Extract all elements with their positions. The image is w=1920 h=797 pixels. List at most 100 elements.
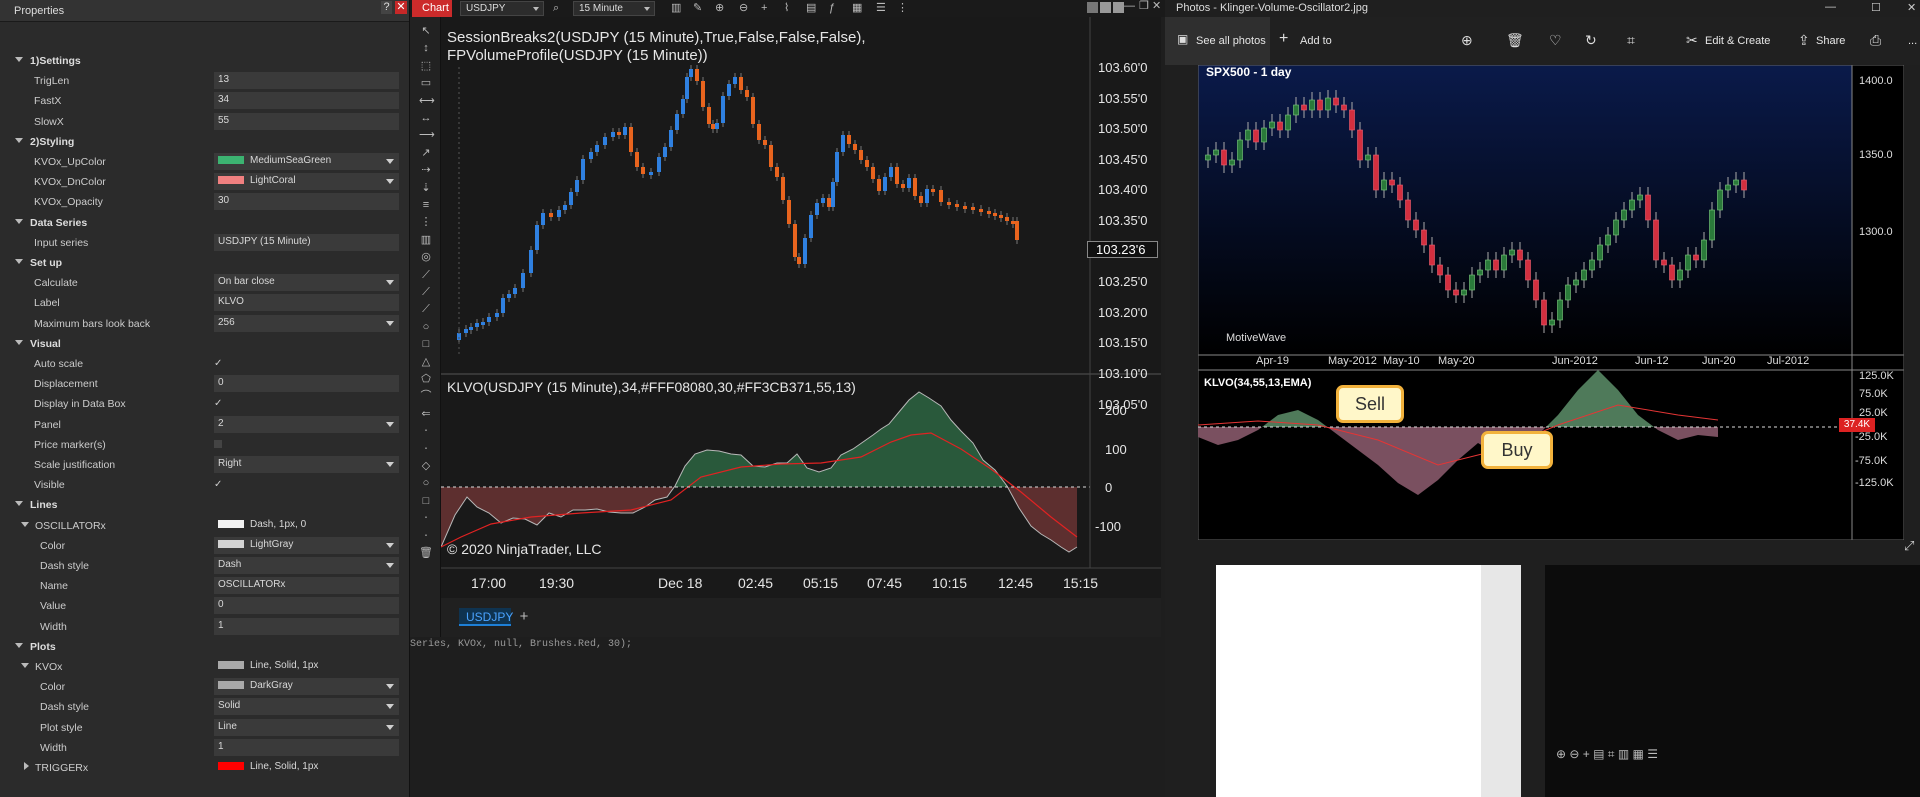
expand-caret-icon[interactable] xyxy=(15,218,23,228)
property-row[interactable]: KVOx_Opacity 30 xyxy=(0,192,409,212)
property-row[interactable]: Label KLVO xyxy=(0,293,409,313)
property-value[interactable]: 13 xyxy=(214,72,399,90)
delete-icon[interactable]: 🗑 xyxy=(1506,32,1524,49)
print-icon[interactable]: ⎙ xyxy=(1870,32,1881,49)
drawing-tool-icon[interactable]: ≡ xyxy=(419,198,433,212)
zoom-out-icon[interactable]: ⊖ xyxy=(739,3,748,14)
property-row[interactable]: Plots xyxy=(0,637,409,657)
property-row[interactable]: Displacement 0 xyxy=(0,374,409,394)
property-checkbox[interactable]: ✓ xyxy=(214,358,222,369)
maximize-icon[interactable]: ❐ xyxy=(1139,1,1149,12)
drawing-tool-icon[interactable]: ⇐ xyxy=(419,407,433,421)
property-row[interactable]: KVOx_UpColor MediumSeaGreen xyxy=(0,152,409,172)
drawing-tool-icon[interactable]: ↔ xyxy=(419,111,433,125)
property-row[interactable]: Panel 2 xyxy=(0,415,409,435)
property-value[interactable]: MediumSeaGreen xyxy=(214,153,399,170)
property-row[interactable]: FastX 34 xyxy=(0,91,409,111)
property-value[interactable]: USDJPY (15 Minute) xyxy=(214,233,399,251)
zoom-in-icon[interactable]: ⊕ xyxy=(715,3,724,14)
property-row[interactable]: 1)Settings xyxy=(0,51,409,71)
property-value[interactable]: LightCoral xyxy=(214,173,399,191)
drawing-tool-icon[interactable]: ⋅ xyxy=(419,529,433,543)
property-checkbox[interactable]: ✓ xyxy=(214,479,222,490)
zoom-icon[interactable]: ⊕ xyxy=(1461,32,1473,49)
drawing-tool-icon[interactable]: ⟋ xyxy=(419,302,433,316)
property-checkbox[interactable] xyxy=(214,439,222,448)
photos-maximize-icon[interactable]: ☐ xyxy=(1871,1,1881,14)
strategies-icon[interactable]: ▦ xyxy=(852,3,862,14)
see-all-photos-button[interactable]: ▣ See all photos xyxy=(1165,17,1270,65)
property-row[interactable]: TrigLen 13 xyxy=(0,71,409,91)
drawing-tool-icon[interactable]: 🗑 xyxy=(419,546,433,560)
property-value[interactable]: OSCILLATORx xyxy=(214,577,399,595)
crosshair-icon[interactable]: + xyxy=(761,3,767,14)
tile-2-icon[interactable] xyxy=(1100,2,1111,13)
property-row[interactable]: Width 1 xyxy=(0,617,409,637)
property-row[interactable]: KVOx_DnColor LightCoral xyxy=(0,172,409,192)
property-value[interactable]: LightGray xyxy=(214,536,399,554)
expand-caret-icon[interactable] xyxy=(15,642,23,652)
add-to-label[interactable]: Add to xyxy=(1300,35,1332,47)
drawing-tool-icon[interactable]: ⇣ xyxy=(419,181,433,195)
property-row[interactable]: Dash style Dash xyxy=(0,556,409,576)
indicators-icon[interactable]: ƒ xyxy=(829,3,835,14)
chart-area[interactable]: SessionBreaks2(USDJPY (15 Minute),True,F… xyxy=(441,17,1161,637)
expand-caret-icon[interactable] xyxy=(21,663,29,672)
property-row[interactable]: Width 1 xyxy=(0,738,409,758)
property-value[interactable]: 34 xyxy=(214,92,399,110)
expand-caret-icon[interactable] xyxy=(21,521,29,531)
property-row[interactable]: Auto scale ✓ xyxy=(0,354,409,374)
drawing-tool-icon[interactable]: ◎ xyxy=(419,250,433,264)
drawing-tool-icon[interactable]: ↗ xyxy=(419,146,433,160)
property-row[interactable]: Value 0 xyxy=(0,596,409,616)
rotate-icon[interactable]: ↻ xyxy=(1585,32,1597,49)
property-value[interactable]: Right xyxy=(214,456,399,473)
share-label[interactable]: Share xyxy=(1816,35,1845,47)
drawing-tool-icon[interactable]: ⬚ xyxy=(419,59,433,73)
drawing-tool-icon[interactable]: □ xyxy=(419,337,433,351)
property-row[interactable]: Name OSCILLATORx xyxy=(0,576,409,596)
crop-icon[interactable]: ⌗ xyxy=(1627,32,1635,49)
property-row[interactable]: SlowX 55 xyxy=(0,112,409,132)
property-value[interactable]: Line, Solid, 1px xyxy=(214,759,399,776)
expand-icon[interactable]: ⤢ xyxy=(1904,538,1914,554)
property-value[interactable]: 1 xyxy=(214,738,399,756)
drawing-tool-icon[interactable]: ○ xyxy=(419,320,433,334)
minimize-icon[interactable]: — xyxy=(1124,1,1135,12)
property-row[interactable]: Color LightGray xyxy=(0,536,409,556)
search-icon[interactable]: ⌕ xyxy=(553,3,559,14)
property-value[interactable]: 0 xyxy=(214,375,399,393)
property-value[interactable]: 256 xyxy=(214,314,399,332)
add-icon[interactable]: + xyxy=(1279,30,1288,48)
drawing-tool-icon[interactable]: ⟋ xyxy=(419,268,433,282)
drawing-tool-icon[interactable]: ⋅ xyxy=(419,424,433,438)
property-row[interactable]: Dash style Solid xyxy=(0,697,409,717)
tile-icon[interactable] xyxy=(1087,2,1098,13)
property-value[interactable]: Solid xyxy=(214,698,399,716)
property-value[interactable]: DarkGray xyxy=(214,678,399,696)
window-menu-icon[interactable]: ⋮ xyxy=(897,3,908,14)
property-value[interactable]: 55 xyxy=(214,112,399,130)
close-window-icon[interactable]: ✕ xyxy=(1152,1,1161,12)
drawing-tool-icon[interactable]: ▥ xyxy=(419,233,433,247)
expand-caret-icon[interactable] xyxy=(24,762,33,770)
property-row[interactable]: Lines xyxy=(0,495,409,515)
expand-caret-icon[interactable] xyxy=(15,57,23,66)
property-value[interactable]: 2 xyxy=(214,415,399,433)
drawing-tool-icon[interactable]: ◇ xyxy=(419,459,433,473)
drawing-tool-icon[interactable]: ⟋ xyxy=(419,285,433,299)
close-icon[interactable]: ✕ xyxy=(395,1,407,14)
property-row[interactable]: Input series USDJPY (15 Minute) xyxy=(0,233,409,253)
property-value[interactable]: Dash xyxy=(214,557,399,574)
share-icon[interactable]: ⇪ xyxy=(1798,32,1810,49)
drawing-tool-icon[interactable]: ⬠ xyxy=(419,372,433,386)
expand-caret-icon[interactable] xyxy=(15,259,23,268)
property-row[interactable]: Visible ✓ xyxy=(0,475,409,495)
property-row[interactable]: Maximum bars look back 256 xyxy=(0,314,409,334)
photos-close-icon[interactable]: ✕ xyxy=(1907,1,1916,14)
property-value[interactable]: KLVO xyxy=(214,294,399,312)
property-row[interactable]: Display in Data Box ✓ xyxy=(0,394,409,414)
drawing-tool-icon[interactable]: △ xyxy=(419,355,433,369)
more-options[interactable]: ... xyxy=(1908,35,1917,47)
property-value[interactable]: 0 xyxy=(214,597,399,615)
